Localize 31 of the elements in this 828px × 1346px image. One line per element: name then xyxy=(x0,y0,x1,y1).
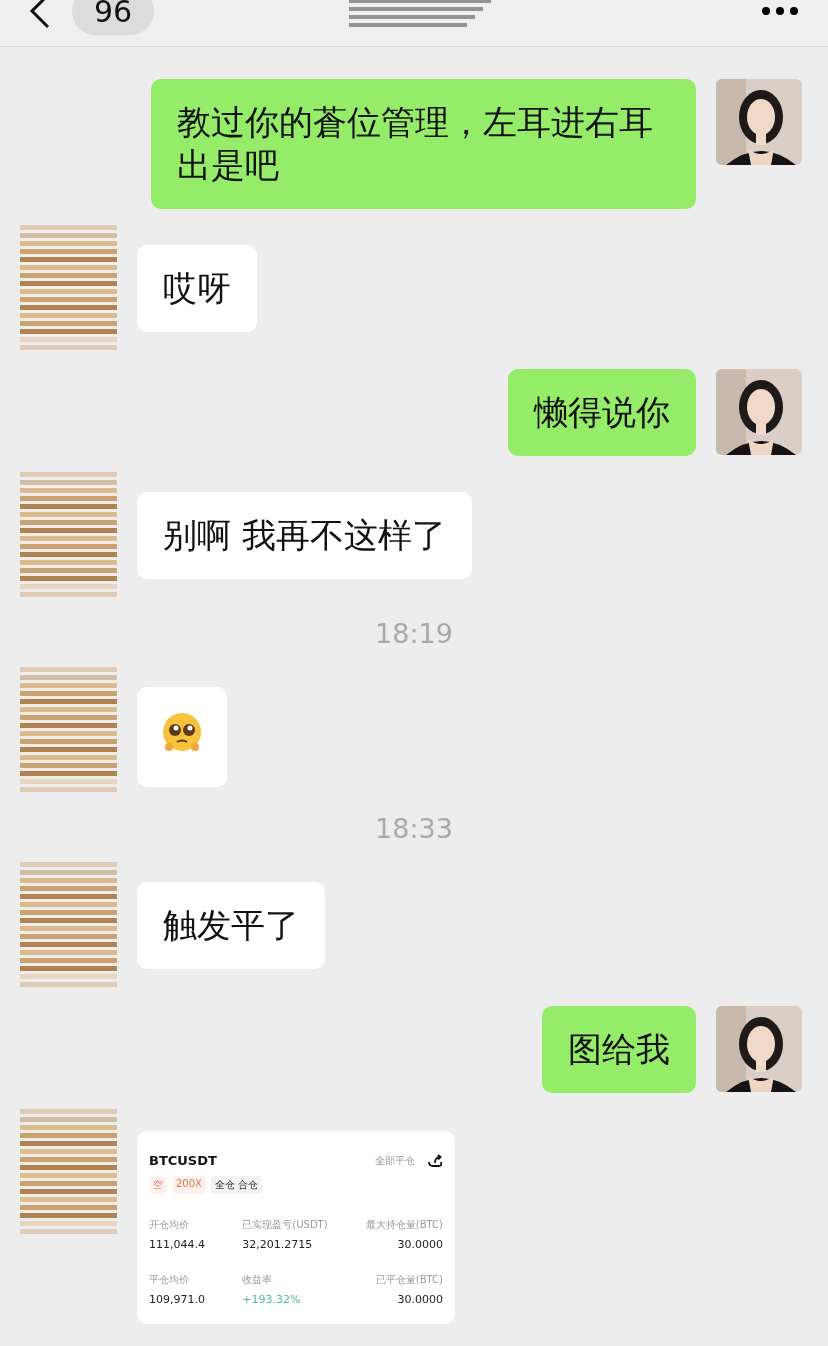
back-icon[interactable] xyxy=(28,0,52,31)
timestamp: 18:33 xyxy=(374,812,454,846)
position-tag: 200X xyxy=(172,1176,206,1194)
message-bubble: 教过你的蒼位管理，左耳进右耳出是吧 xyxy=(151,79,696,209)
field-label: 平仓均价 xyxy=(149,1273,189,1287)
field-label: 最大持仓量(BTC) xyxy=(365,1218,443,1232)
share-icon[interactable] xyxy=(427,1153,443,1168)
message-bubble: 触发平了 xyxy=(137,882,325,969)
field-label: 已平仓量(BTC) xyxy=(375,1273,443,1287)
trade-card[interactable]: BTCUSDT 全部平仓 空 200X 全仓 合仓 开仓均价 111,044.4 已实现盈亏(USDT) 32,201.2715 最大持仓量(BTC) 30.0000 平仓均价 109,971.0 收益率 +193.32% 已平仓量(BTC) 30.0000 xyxy=(137,1131,455,1324)
field-label: 收益率 xyxy=(242,1273,273,1287)
more-icon[interactable] xyxy=(760,6,800,16)
timestamp: 18:19 xyxy=(374,617,454,651)
field-value: 30.0000 xyxy=(397,1238,443,1251)
unread-badge: 96 xyxy=(72,0,155,35)
field-label: 已实现盈亏(USDT) xyxy=(242,1218,328,1232)
field-label: 开仓均价 xyxy=(149,1218,189,1232)
message-bubble: 哎呀 xyxy=(137,245,257,332)
field-value: 32,201.2715 xyxy=(242,1238,313,1251)
position-tag: 全仓 合仓 xyxy=(210,1176,263,1194)
close-all-label: 全部平仓 xyxy=(375,1153,415,1168)
field-value: 109,971.0 xyxy=(149,1293,205,1306)
message-bubble: 懒得说你 xyxy=(508,369,696,456)
position-tag: 空 xyxy=(149,1176,167,1194)
field-value: +193.32% xyxy=(242,1293,301,1306)
field-value: 111,044.4 xyxy=(149,1238,205,1251)
field-value: 30.0000 xyxy=(397,1293,443,1306)
symbol-label: BTCUSDT xyxy=(149,1153,217,1168)
message-bubble: 图给我 xyxy=(542,1006,696,1093)
pleading-face-icon xyxy=(161,711,203,753)
message-bubble: 别啊 我再不这样了 xyxy=(137,492,472,579)
